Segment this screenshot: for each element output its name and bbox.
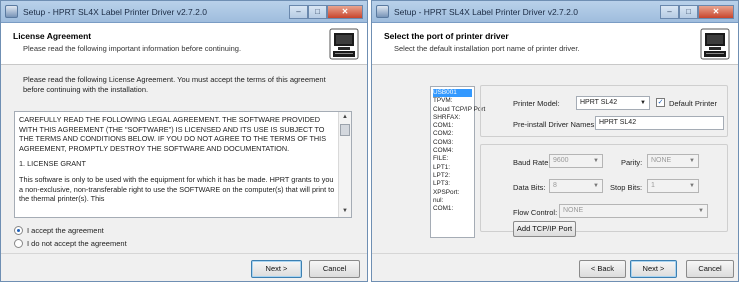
preinstall-label: Pre-install Driver Names: bbox=[513, 120, 597, 129]
chevron-down-icon: ▼ bbox=[689, 158, 695, 164]
parity-select[interactable]: NONE ▼ bbox=[647, 154, 699, 168]
printer-model-select[interactable]: HPRT SL42 ▼ bbox=[576, 96, 650, 110]
stop-bits-select[interactable]: 1 ▼ bbox=[647, 179, 699, 193]
close-icon: ✕ bbox=[341, 6, 349, 16]
port-list-item[interactable]: Cloud TCP/IP Port bbox=[433, 106, 485, 114]
printer-model-value: HPRT SL42 bbox=[580, 99, 618, 106]
maximize-button[interactable]: □ bbox=[679, 4, 698, 19]
preinstall-driver-name-input[interactable]: HPRT SL42 bbox=[595, 116, 724, 130]
decline-radio[interactable] bbox=[14, 239, 23, 248]
scroll-up-icon[interactable]: ▲ bbox=[339, 112, 351, 123]
port-list-item[interactable]: COM1: bbox=[433, 122, 472, 130]
license-text-box[interactable]: CAREFULLY READ THE FOLLOWING LEGAL AGREE… bbox=[14, 111, 352, 218]
flow-control-value: NONE bbox=[563, 207, 584, 214]
license-paragraph: This software is only to be used with th… bbox=[19, 174, 335, 204]
window-title: Setup - HPRT SL4X Label Printer Driver v… bbox=[394, 6, 578, 17]
license-paragraph: CAREFULLY READ THE FOLLOWING LEGAL AGREE… bbox=[19, 115, 327, 153]
stop-bits-label: Stop Bits: bbox=[610, 183, 643, 192]
wizard-header: License Agreement Please read the follow… bbox=[1, 23, 367, 65]
data-bits-label: Data Bits: bbox=[513, 183, 546, 192]
accept-radio[interactable] bbox=[14, 226, 23, 235]
footer-divider bbox=[372, 253, 738, 254]
header-title: Select the port of printer driver bbox=[384, 31, 509, 41]
baud-rate-value: 9600 bbox=[553, 157, 569, 164]
computer-setup-icon bbox=[329, 28, 359, 60]
window-controls: – □ ✕ bbox=[289, 4, 363, 20]
cancel-button[interactable]: Cancel bbox=[309, 260, 360, 278]
stop-bits-value: 1 bbox=[651, 182, 655, 189]
decline-radio-row[interactable]: I do not accept the agreement bbox=[14, 239, 127, 248]
port-window: Setup - HPRT SL4X Label Printer Driver v… bbox=[371, 0, 739, 282]
decline-label: I do not accept the agreement bbox=[27, 239, 127, 248]
flow-control-label: Flow Control: bbox=[513, 208, 558, 217]
header-title: License Agreement bbox=[13, 31, 92, 41]
window-title: Setup - HPRT SL4X Label Printer Driver v… bbox=[23, 6, 207, 17]
port-list-item[interactable]: USB001 bbox=[433, 89, 472, 98]
next-button[interactable]: Next > bbox=[630, 260, 677, 278]
port-list-item[interactable]: LPT3: bbox=[433, 180, 472, 188]
header-subtitle: Please read the following important info… bbox=[23, 44, 242, 53]
port-list-item[interactable]: LPT1: bbox=[433, 164, 472, 172]
computer-setup-icon bbox=[700, 28, 730, 60]
parity-label: Parity: bbox=[621, 158, 643, 167]
add-tcp-ip-port-button[interactable]: Add TCP/IP Port bbox=[513, 221, 576, 237]
scroll-thumb[interactable] bbox=[340, 124, 350, 136]
back-button[interactable]: < Back bbox=[579, 260, 626, 278]
data-bits-value: 8 bbox=[553, 182, 557, 189]
next-button[interactable]: Next > bbox=[251, 260, 302, 278]
port-list-item[interactable]: COM4: bbox=[433, 147, 472, 155]
port-list-item[interactable]: COM1: bbox=[433, 205, 472, 213]
wizard-header: Select the port of printer driver Select… bbox=[372, 23, 738, 65]
port-list-item[interactable]: XPSPort: bbox=[433, 189, 472, 197]
port-list-item[interactable]: COM2: bbox=[433, 130, 472, 138]
title-bar[interactable]: Setup - HPRT SL4X Label Printer Driver v… bbox=[372, 1, 738, 23]
installer-icon bbox=[5, 5, 18, 18]
license-paragraph: 1. LICENSE GRANT bbox=[19, 159, 86, 169]
port-list[interactable]: USB001 TPVM: Cloud TCP/IP Port SHRFAX: C… bbox=[430, 86, 485, 238]
default-printer-label: Default Printer bbox=[669, 99, 717, 108]
port-list-item[interactable]: LPT2: bbox=[433, 172, 472, 180]
minimize-button[interactable]: – bbox=[660, 4, 679, 19]
port-list-item[interactable]: FILE: bbox=[433, 155, 472, 163]
license-window: Setup - HPRT SL4X Label Printer Driver v… bbox=[0, 0, 368, 282]
port-list-item[interactable]: SHRFAX: bbox=[433, 114, 472, 122]
minimize-button[interactable]: – bbox=[289, 4, 308, 19]
chevron-down-icon: ▼ bbox=[593, 183, 599, 189]
printer-model-label: Printer Model: bbox=[513, 99, 560, 108]
close-icon: ✕ bbox=[712, 6, 720, 16]
cancel-button[interactable]: Cancel bbox=[686, 260, 734, 278]
header-subtitle: Select the default installation port nam… bbox=[394, 44, 580, 53]
baud-rate-select[interactable]: 9600 ▼ bbox=[549, 154, 603, 168]
accept-radio-row[interactable]: I accept the agreement bbox=[14, 226, 104, 235]
accept-label: I accept the agreement bbox=[27, 226, 104, 235]
flow-control-select[interactable]: NONE ▼ bbox=[559, 204, 708, 218]
chevron-down-icon: ▼ bbox=[698, 208, 704, 214]
parity-value: NONE bbox=[651, 157, 672, 164]
installer-icon bbox=[376, 5, 389, 18]
chevron-down-icon: ▼ bbox=[689, 183, 695, 189]
port-list-item[interactable]: COM3: bbox=[433, 139, 472, 147]
chevron-down-icon: ▼ bbox=[640, 100, 646, 106]
license-intro: Please read the following License Agreem… bbox=[23, 75, 326, 94]
port-list-item[interactable]: nul: bbox=[433, 197, 472, 205]
close-button[interactable]: ✕ bbox=[698, 4, 734, 19]
close-button[interactable]: ✕ bbox=[327, 4, 363, 19]
default-printer-checkbox[interactable]: ✓ bbox=[656, 98, 665, 107]
maximize-button[interactable]: □ bbox=[308, 4, 327, 19]
scroll-down-icon[interactable]: ▼ bbox=[339, 206, 351, 217]
port-list-item[interactable]: TPVM: bbox=[433, 97, 472, 105]
title-bar[interactable]: Setup - HPRT SL4X Label Printer Driver v… bbox=[1, 1, 367, 23]
chevron-down-icon: ▼ bbox=[593, 158, 599, 164]
vertical-scrollbar[interactable]: ▲ ▼ bbox=[338, 112, 351, 217]
baud-rate-label: Baud Rate: bbox=[513, 158, 551, 167]
window-controls: – □ ✕ bbox=[660, 4, 734, 20]
data-bits-select[interactable]: 8 ▼ bbox=[549, 179, 603, 193]
footer-divider bbox=[1, 253, 367, 254]
